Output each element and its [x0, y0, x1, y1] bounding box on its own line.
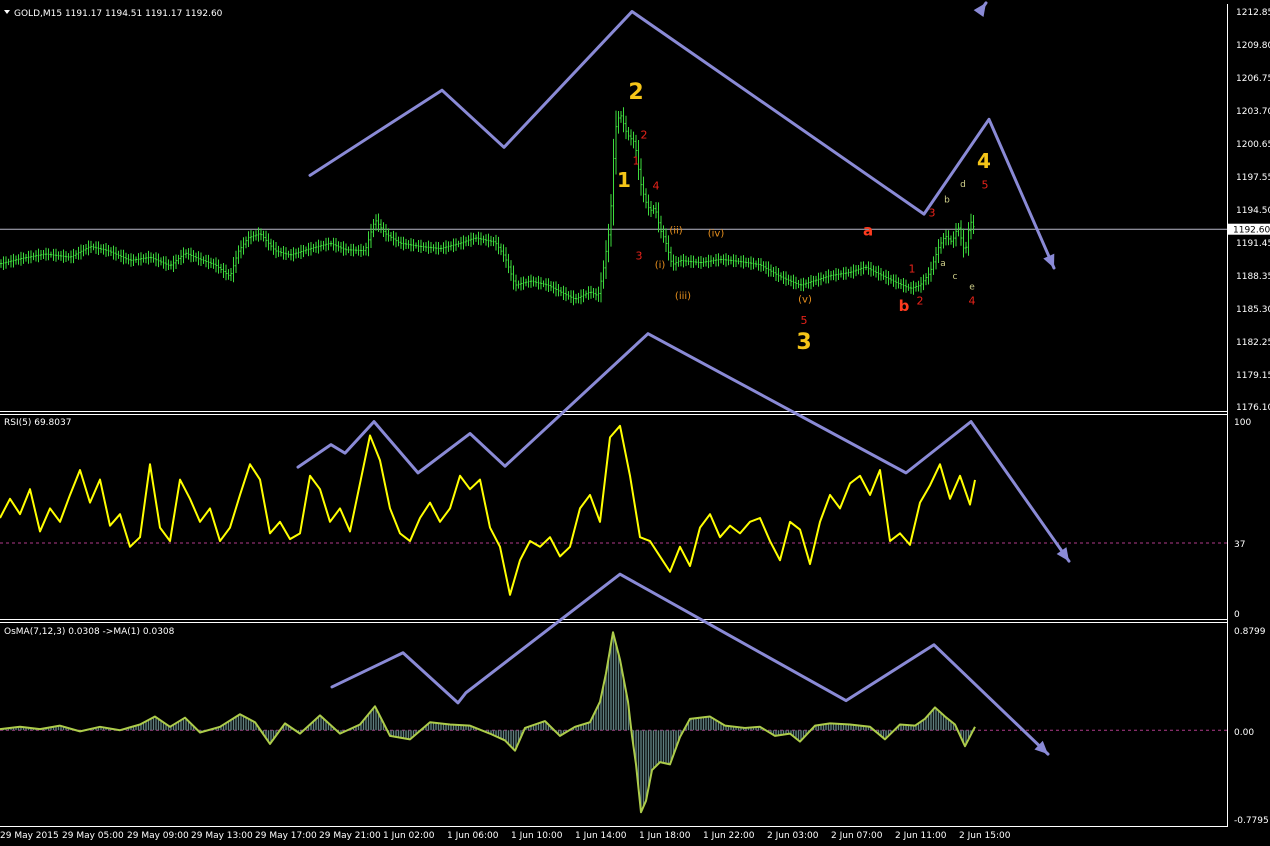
price-tick: 1176.10	[1236, 403, 1270, 413]
wave-label: (i)	[655, 260, 666, 271]
price-tick: 1182.25	[1236, 338, 1270, 348]
wave-label: 4	[653, 179, 660, 192]
wave-label: 1	[633, 155, 640, 168]
osma-tick: -0.7795	[1234, 816, 1269, 826]
price-tick: 1209.80	[1236, 41, 1270, 51]
price-tick: 1191.45	[1236, 239, 1270, 249]
price-tick: 1197.55	[1236, 173, 1270, 183]
wave-label: 3	[796, 330, 811, 355]
time-tick: 29 May 09:00	[127, 831, 189, 841]
time-tick: 1 Jun 02:00	[383, 831, 435, 841]
wave-label: a	[863, 222, 873, 240]
time-tick: 2 Jun 07:00	[831, 831, 883, 841]
price-tick: 1200.65	[1236, 140, 1270, 150]
time-tick: 29 May 05:00	[62, 831, 124, 841]
osma-tick: 0.8799	[1234, 627, 1266, 637]
time-tick: 1 Jun 18:00	[639, 831, 691, 841]
wave-label: (v)	[798, 294, 812, 305]
time-tick: 2 Jun 15:00	[959, 831, 1011, 841]
rsi-tick: 37	[1234, 540, 1245, 550]
wave-label: b	[899, 297, 910, 315]
time-tick: 1 Jun 06:00	[447, 831, 499, 841]
rsi-tick: 100	[1234, 418, 1251, 428]
price-tick: 1185.30	[1236, 305, 1270, 315]
wave-label: b	[944, 195, 950, 205]
osma-tick: 0.00	[1234, 728, 1254, 738]
wave-label: 4	[969, 295, 976, 308]
wave-label: 3	[929, 206, 936, 219]
price-tick: 1212.85	[1236, 8, 1270, 18]
time-tick: 2 Jun 03:00	[767, 831, 819, 841]
time-tick: 29 May 17:00	[255, 831, 317, 841]
wave-label: 1	[617, 168, 631, 192]
mt4-chart-window: GOLD,M15 1191.17 1194.51 1191.17 1192.60…	[0, 0, 1270, 842]
wave-label: 1	[909, 262, 916, 275]
price-tick: 1188.35	[1236, 272, 1270, 282]
wave-label: 2	[628, 80, 643, 105]
wave-label: 5	[801, 314, 808, 327]
price-tick: 1203.70	[1236, 107, 1270, 117]
time-tick: 29 May 21:00	[319, 831, 381, 841]
wave-label: c	[953, 272, 958, 282]
time-tick: 29 May 2015	[0, 831, 59, 841]
time-tick: 1 Jun 22:00	[703, 831, 755, 841]
wave-label: 4	[977, 149, 991, 173]
price-tick: 1179.15	[1236, 371, 1270, 381]
wave-label: (iv)	[708, 229, 725, 240]
rsi-tick: 0	[1234, 610, 1240, 620]
wave-label: 5	[982, 178, 989, 191]
current-price-marker: 1192.60	[1228, 223, 1270, 236]
time-tick: 1 Jun 14:00	[575, 831, 627, 841]
wave-label: d	[960, 180, 966, 190]
price-tick: 1194.50	[1236, 206, 1270, 216]
wave-label: a	[940, 259, 946, 269]
wave-label: e	[969, 283, 975, 293]
price-tick: 1206.75	[1236, 74, 1270, 84]
chart-canvas: GOLD,M15 1191.17 1194.51 1191.17 1192.60…	[0, 0, 1270, 842]
osma-header: OsMA(7,12,3) 0.0308 ->MA(1) 0.0308	[4, 627, 175, 637]
time-tick: 1 Jun 10:00	[511, 831, 563, 841]
current-price-label: 1192.60	[1233, 226, 1270, 236]
wave-label: 2	[917, 295, 924, 308]
wave-label: (iii)	[675, 291, 691, 302]
wave-label: 2	[641, 129, 648, 142]
wave-label: 3	[636, 249, 643, 262]
rsi-header: RSI(5) 69.8037	[4, 418, 71, 428]
time-tick: 29 May 13:00	[191, 831, 253, 841]
chart-background	[0, 0, 1270, 842]
wave-label: (ii)	[669, 226, 682, 237]
symbol-header: GOLD,M15 1191.17 1194.51 1191.17 1192.60	[14, 9, 223, 19]
time-tick: 2 Jun 11:00	[895, 831, 947, 841]
